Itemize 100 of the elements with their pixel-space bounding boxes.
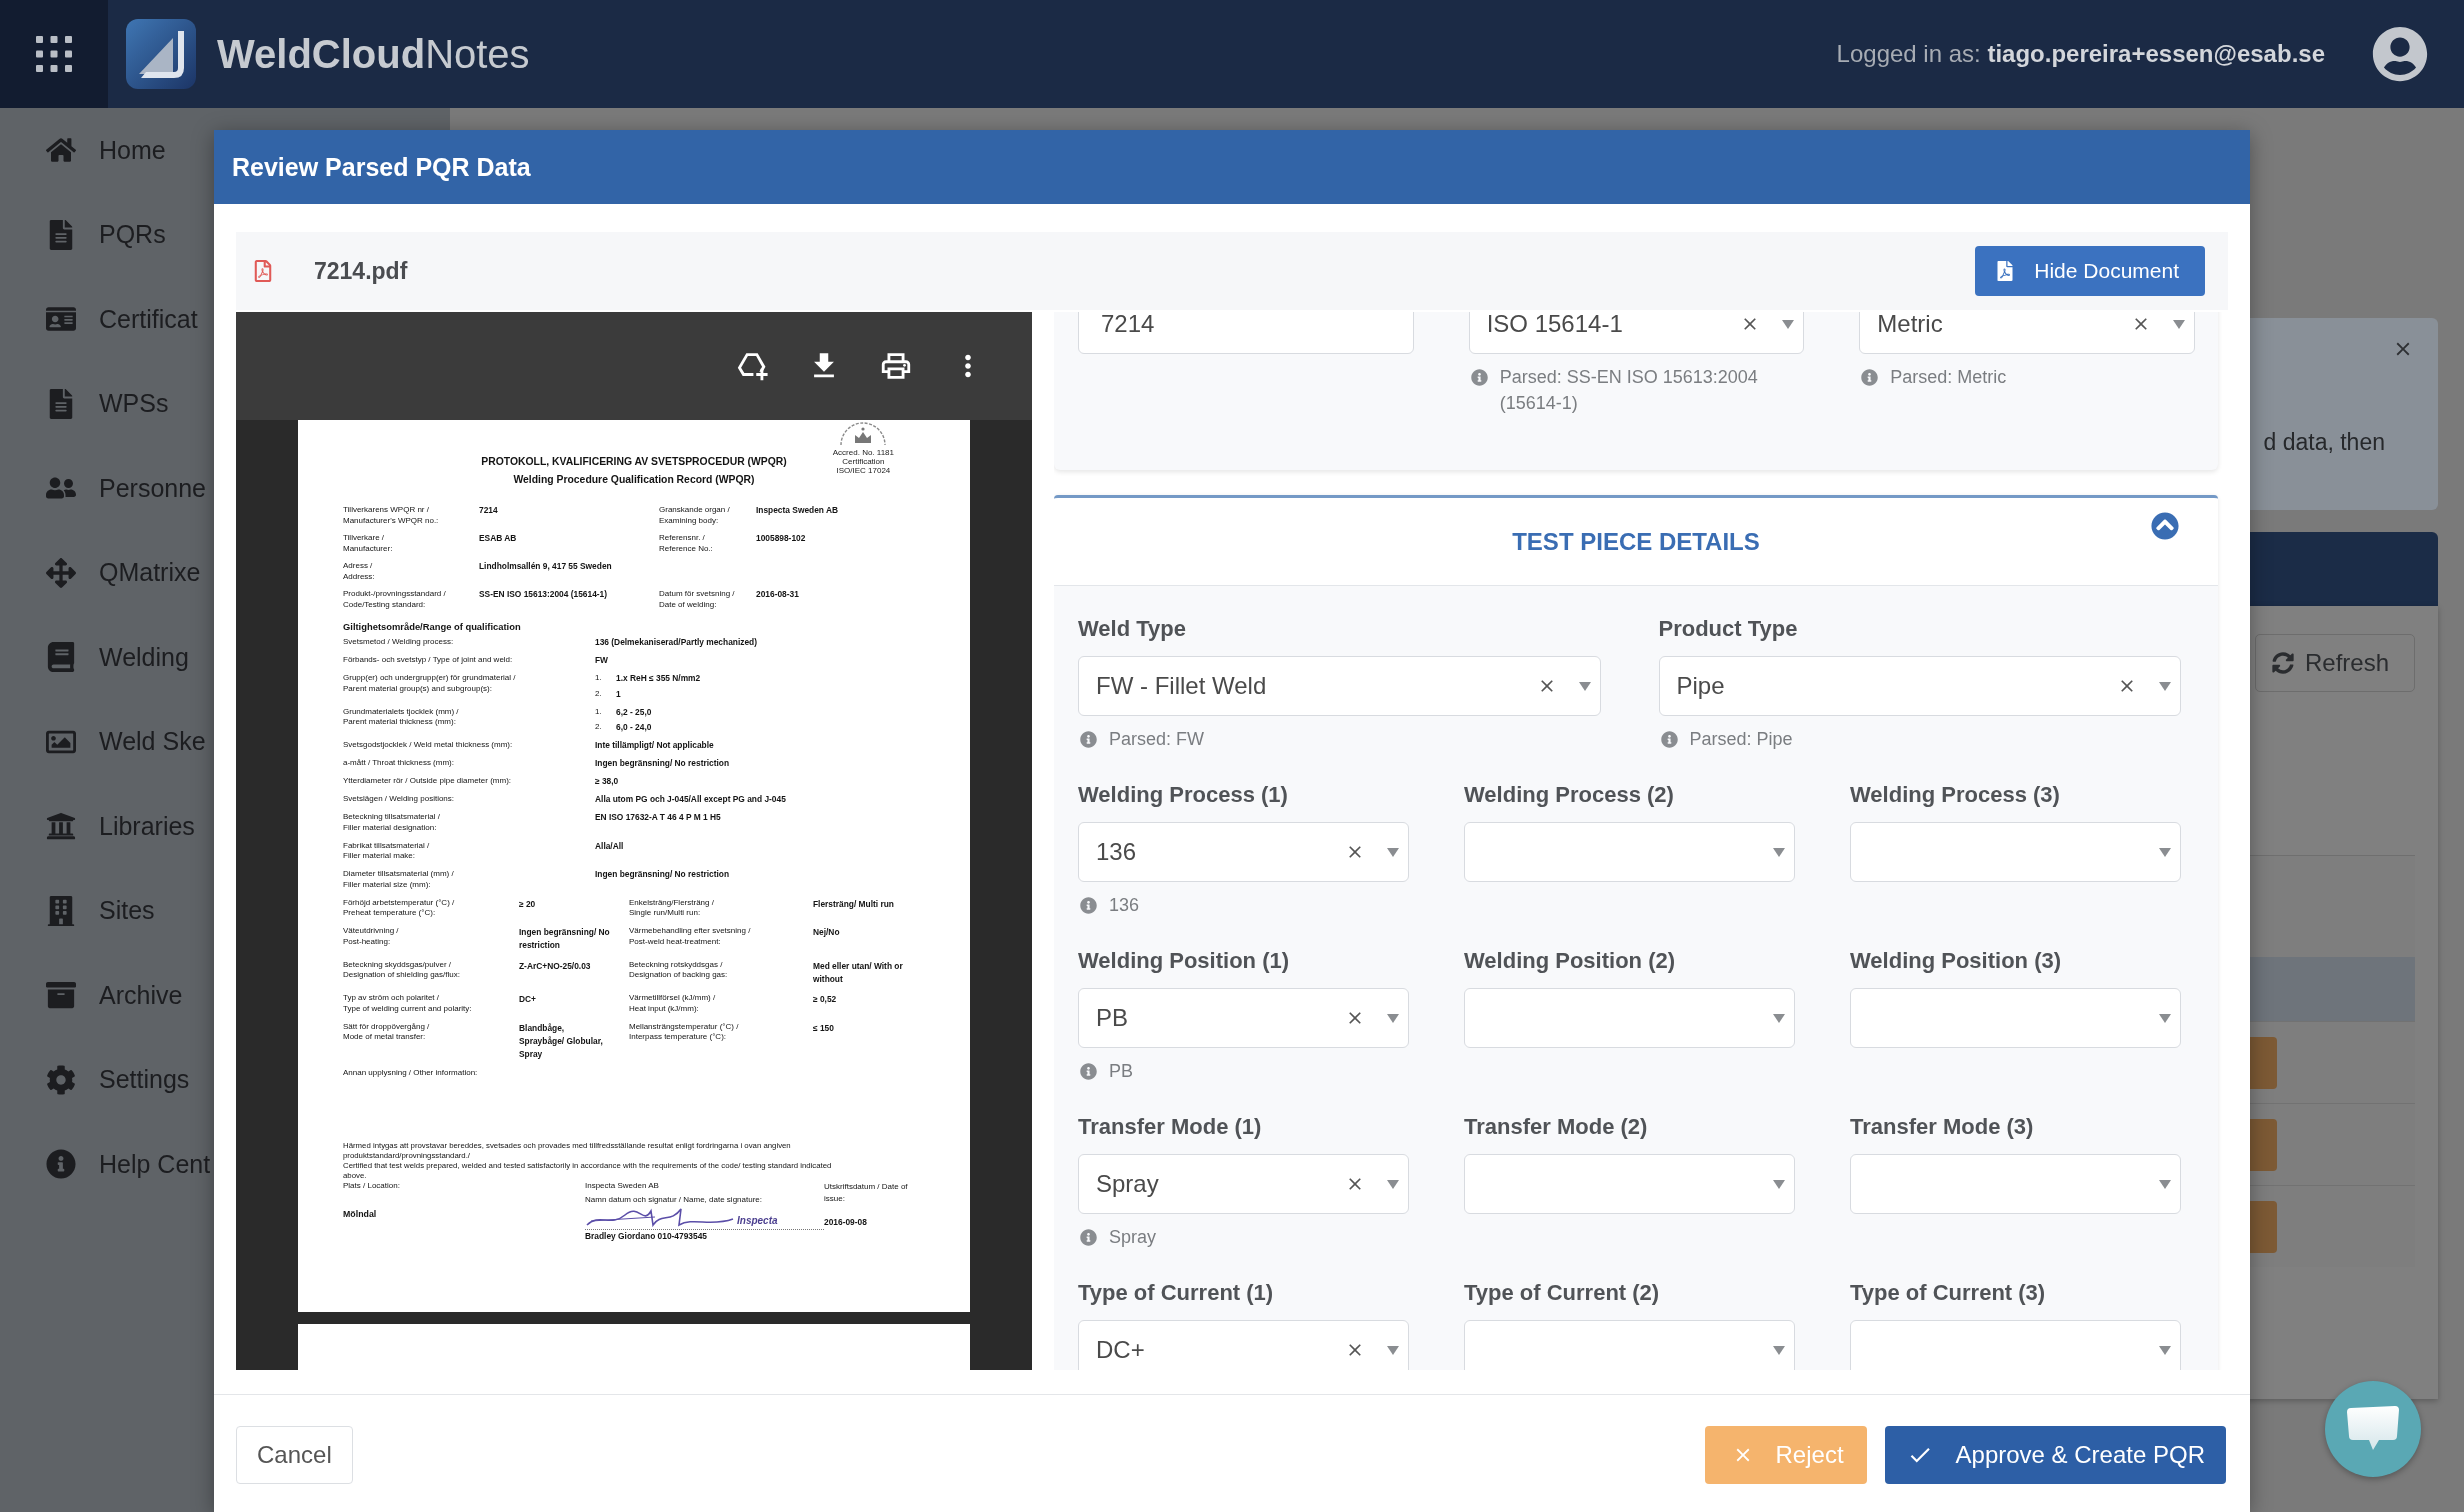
field-label: Fabrikat tillsatsmaterial / Filler material make: (343, 840, 430, 862)
field-value: FW (595, 655, 609, 666)
caret-icon (2159, 1345, 2171, 1355)
select-field[interactable] (1464, 1320, 1795, 1370)
columned-building-icon (46, 811, 76, 842)
parsed-hint: 136 (1109, 894, 1140, 917)
select-field[interactable]: Pipe (1658, 656, 2181, 716)
field-label: Grupp(er) och undergrupp(er) för grundmaterial / Parent material group(s) and subgroup(s): (343, 673, 516, 694)
sidebar-item[interactable]: Libraries (0, 784, 195, 869)
refresh-button[interactable]: Refresh (2254, 634, 2415, 692)
field-label: Grundmaterialets tjocklek (mm) / Parent material thickness (mm): (343, 706, 459, 728)
chevron-up-icon[interactable] (2151, 512, 2179, 540)
hide-document-button[interactable]: Hide Document (1975, 246, 2205, 296)
field-label: Beteckning skyddsgas/pulver / Designation of shielding gas/flux: (343, 959, 460, 981)
caret-icon (1773, 1179, 1785, 1189)
field-label: Förhöjd arbetstemperatur (°C) / Preheat temperature (°C): (343, 897, 455, 919)
field-value: ≥ 20 (519, 897, 536, 911)
select-field[interactable]: DC+ (1078, 1320, 1409, 1370)
field-value: 2016-09-08 (824, 1216, 867, 1227)
select-field[interactable]: FW - Fillet Weld (1078, 656, 1601, 716)
info-icon (1080, 896, 1097, 914)
archive-box-icon (46, 980, 76, 1011)
grid-icon (36, 36, 72, 72)
select-field[interactable] (1464, 822, 1795, 882)
document-subtitle: Welding Procedure Qualification Record (WPQR) (513, 473, 755, 487)
caret-icon (1387, 1345, 1399, 1355)
sidebar-item[interactable]: PQRs (0, 192, 166, 277)
field-value: Nej/No (813, 926, 840, 939)
info-icon (1470, 368, 1488, 386)
sidebar-item[interactable]: QMatrixe (0, 530, 201, 615)
field-label: Welding Process (2) (1464, 781, 1674, 809)
sidebar-item[interactable]: Settings (0, 1037, 190, 1122)
item-number: 1. (595, 673, 602, 684)
field-label: Welding Position (2) (1464, 947, 1676, 975)
select-field[interactable] (1850, 822, 2181, 882)
field-label: Type of Current (3) (1850, 1279, 2046, 1307)
field-value: ≤ 150 (813, 1021, 834, 1035)
approve-button[interactable]: Approve & Create PQR (1884, 1426, 2226, 1484)
stamp-text: Inspecta (737, 1214, 778, 1227)
settings-icon (46, 1064, 76, 1095)
field-value: Flersträng/ Multi run (813, 897, 894, 911)
select-field[interactable]: Metric (1859, 312, 2195, 354)
field-label: Namn datum och signatur / Name, date signature: (585, 1195, 762, 1206)
dialog-title: Review Parsed PQR Data (232, 152, 531, 182)
select-field[interactable] (1464, 988, 1795, 1048)
field-value: EN ISO 17632-A T 46 4 P M 1 H5 (595, 812, 721, 823)
field-label: Welding Process (3) (1850, 781, 2060, 809)
notice-text: d data, then (2263, 429, 2385, 456)
select-field[interactable] (1850, 988, 2181, 1048)
field-value: Ingen begränsning/ No restriction (519, 926, 610, 952)
apps-button[interactable] (0, 0, 108, 108)
sidebar-item[interactable]: Sites (0, 868, 155, 953)
section-title: TEST PIECE DETAILS (1512, 527, 1760, 556)
user-avatar-icon[interactable] (2372, 26, 2428, 82)
caret-icon (1782, 319, 1795, 329)
cancel-button[interactable]: Cancel (236, 1426, 353, 1484)
caret-icon (2173, 319, 2185, 329)
sidebar-item[interactable]: Archive (0, 953, 183, 1038)
seal-caption: Accred. No. 1181 Certification ISO/IEC 17024 (832, 448, 894, 475)
info-icon (1861, 368, 1879, 386)
field-value: Inte tillämpligt/ Not applicable (595, 740, 714, 751)
sidebar-item[interactable]: Home (0, 108, 166, 193)
field-label: Transfer Mode (2) (1464, 1113, 1648, 1141)
field-label: Transfer Mode (3) (1850, 1113, 2034, 1141)
field-value: Z-ArC+NO-25/0.03 (519, 959, 591, 973)
info-icon (46, 1149, 76, 1180)
sidebar-item[interactable]: WPSs (0, 361, 169, 446)
sidebar-item[interactable]: Personne (0, 446, 207, 531)
reject-button[interactable]: Reject (1704, 1426, 1867, 1484)
field-label: Värmebehandling efter svetsning / Post-weld heat-treatment: (629, 926, 751, 947)
select-field[interactable] (1850, 1154, 2181, 1214)
sidebar-item[interactable]: Welding (0, 615, 189, 700)
pdf-file-icon (252, 260, 274, 282)
field-value: Blandbåge, Spraybåge/ Globular, Spray (519, 1021, 603, 1061)
caret-icon (2159, 1013, 2171, 1023)
field-value: Inspecta Sweden AB (756, 505, 839, 517)
field-label: Beteckning rotskyddsgas / Designation of backing gas: (629, 959, 728, 981)
item-number: 2. (595, 722, 602, 733)
field-label: Produkt-/provningsstandard / Code/Testing standard: (343, 589, 446, 610)
field-label: Förbands- och svetstyp / Type of joint and weld: (343, 655, 513, 666)
select-field[interactable] (1464, 1154, 1795, 1214)
select-field[interactable] (1850, 1320, 2181, 1370)
caret-icon (1387, 1013, 1399, 1023)
field-value: Lindholmsallén 9, 417 55 Sweden (479, 561, 612, 573)
sidebar-item[interactable]: Certificat (0, 277, 198, 362)
select-field[interactable]: Spray (1078, 1154, 1409, 1214)
select-field[interactable]: PB (1078, 988, 1409, 1048)
sidebar-item[interactable]: Help Cent (0, 1122, 211, 1207)
select-field[interactable]: ISO 15614-1 (1468, 312, 1805, 354)
input-field[interactable]: 7214 (1078, 312, 1414, 354)
field-label: Svetsgodstjocklek / Weld metal thickness (mm): (343, 740, 513, 751)
caret-icon (1773, 1345, 1785, 1355)
parsed-hint: Spray (1109, 1226, 1157, 1249)
move-arrows-icon (46, 557, 76, 588)
info-icon (1080, 1228, 1097, 1246)
field-value: 6,2 - 25,0 (616, 706, 652, 717)
field-label: Annan upplysning / Other information: (343, 1068, 478, 1079)
caret-icon (1578, 681, 1591, 691)
select-field[interactable]: 136 (1078, 822, 1409, 882)
sidebar-item[interactable]: Weld Ske (0, 699, 206, 784)
